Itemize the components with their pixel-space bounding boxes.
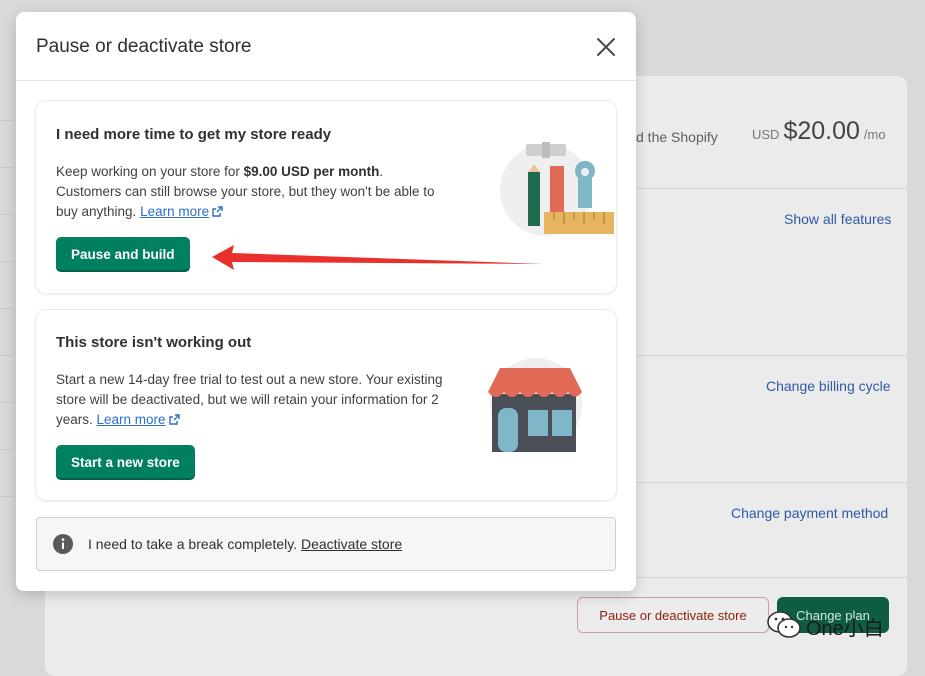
new-store-card-description: Start a new 14-day free trial to test ou… (56, 370, 448, 430)
notice-message: I need to take a break completely. (88, 536, 301, 552)
price-period: /mo (863, 127, 886, 142)
pause-card-title: I need more time to get my store ready (56, 126, 332, 143)
price-currency: USD (752, 127, 780, 142)
new-store-card: This store isn't working out Start a new… (36, 310, 616, 500)
deactivate-store-link[interactable]: Deactivate store (301, 536, 402, 552)
price-amount: $20.00 (783, 117, 860, 145)
close-button[interactable] (594, 35, 618, 59)
info-icon (53, 534, 73, 554)
new-store-learn-more-link[interactable]: Learn more (97, 412, 166, 427)
new-store-card-title: This store isn't working out (56, 334, 252, 351)
external-link-icon (212, 206, 223, 217)
deactivate-notice: I need to take a break completely. Deact… (36, 517, 616, 571)
wechat-icon (767, 611, 801, 638)
change-billing-cycle-link[interactable]: Change billing cycle (766, 378, 891, 394)
pause-learn-more-link[interactable]: Learn more (140, 204, 209, 219)
annotation-arrow (212, 245, 544, 270)
pause-desc-price: $9.00 USD per month (243, 164, 380, 179)
pause-card-description: Keep working on your store for $9.00 USD… (56, 162, 448, 222)
modal-header: Pause or deactivate store (16, 12, 636, 81)
background-price: USD $20.00/mo (752, 117, 886, 146)
watermark: One小白 (766, 610, 884, 645)
start-new-store-button[interactable]: Start a new store (56, 445, 195, 480)
show-all-features-link[interactable]: Show all features (784, 211, 891, 227)
external-link-icon (168, 414, 180, 425)
watermark-text: One小白 (806, 618, 884, 640)
change-payment-method-link[interactable]: Change payment method (731, 505, 888, 521)
pause-and-build-button[interactable]: Pause and build (56, 237, 190, 272)
storefront-illustration (488, 358, 582, 452)
notice-text: I need to take a break completely. Deact… (88, 536, 402, 552)
background-pause-deactivate-button[interactable]: Pause or deactivate store (577, 597, 769, 633)
background-plan-text: d the Shopify (636, 129, 718, 145)
pause-desc-prefix: Keep working on your store for (56, 164, 244, 179)
tools-illustration (500, 142, 614, 236)
modal-title: Pause or deactivate store (36, 36, 252, 57)
pause-deactivate-modal: Pause or deactivate store I need more ti… (16, 12, 636, 591)
background-left-lines (0, 120, 14, 543)
close-icon (597, 38, 615, 56)
